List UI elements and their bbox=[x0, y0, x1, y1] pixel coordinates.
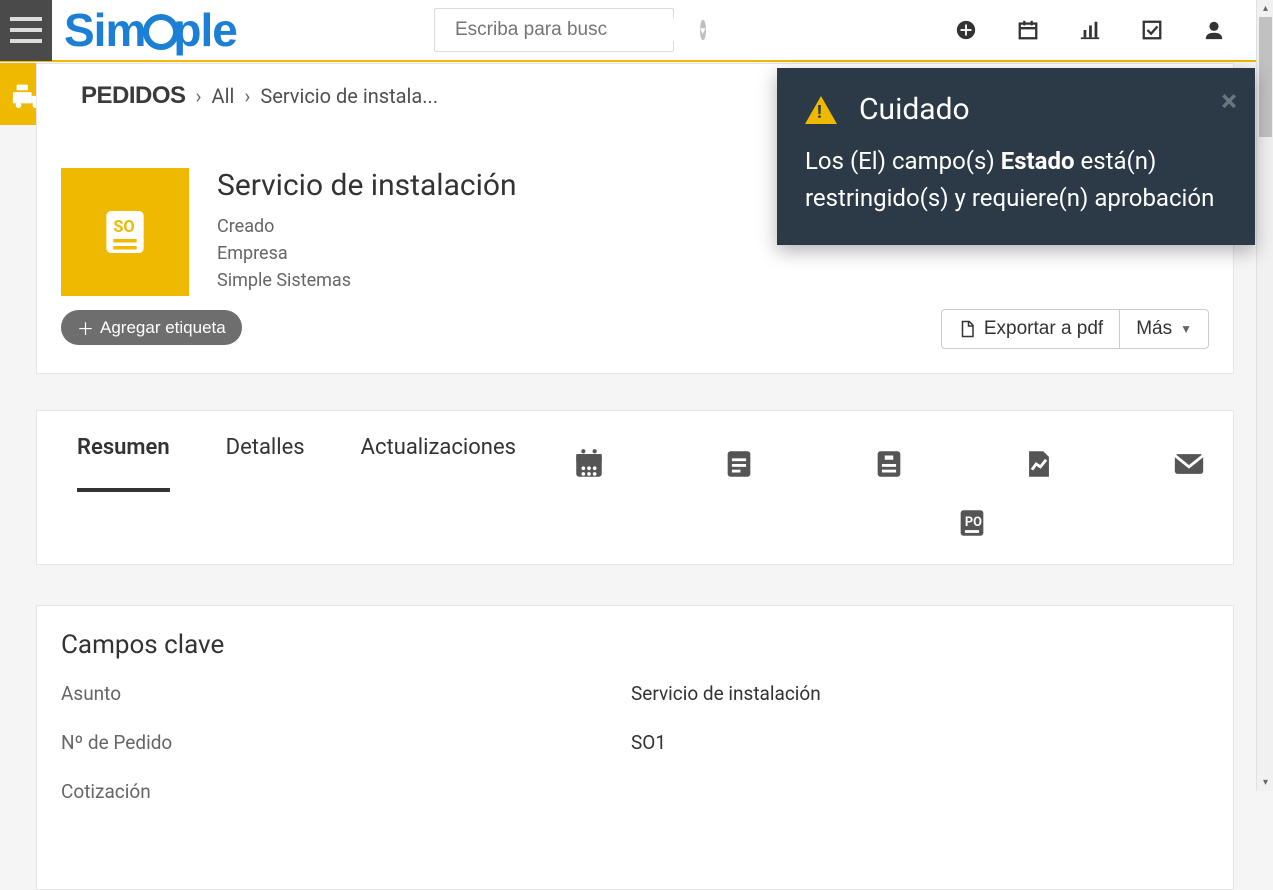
kv-value: Servicio de instalación bbox=[631, 682, 821, 705]
add-tag-button[interactable]: ＋ Agregar etiqueta bbox=[61, 310, 242, 345]
notes-tab-icon[interactable] bbox=[722, 447, 756, 481]
action-bar: Exportar a pdf Más ▼ bbox=[941, 309, 1209, 349]
scroll-up-arrow[interactable]: ▴ bbox=[1257, 0, 1273, 17]
record-type-icon: SO bbox=[61, 168, 189, 296]
export-pdf-label: Exportar a pdf bbox=[984, 318, 1103, 340]
warning-title: Cuidado bbox=[859, 92, 970, 127]
kv-label: Nº de Pedido bbox=[61, 731, 631, 754]
breadcrumb-item-all[interactable]: All bbox=[212, 84, 235, 108]
export-pdf-button[interactable]: Exportar a pdf bbox=[941, 309, 1120, 349]
svg-text:PO: PO bbox=[965, 515, 982, 530]
record-company-label: Empresa bbox=[217, 240, 517, 267]
record-company-value: Simple Sistemas bbox=[217, 267, 517, 294]
close-icon[interactable]: × bbox=[1221, 84, 1237, 119]
mail-tab-icon[interactable] bbox=[1172, 447, 1206, 481]
search-input[interactable] bbox=[455, 19, 700, 41]
key-fields-card: Campos clave Asunto Servicio de instalac… bbox=[36, 605, 1234, 890]
record-meta: Servicio de instalación Creado Empresa S… bbox=[217, 168, 517, 296]
po-tab-icon[interactable]: PO bbox=[955, 506, 989, 540]
brand-logo[interactable]: Sim ple bbox=[64, 3, 237, 57]
top-bar: Sim ple ▾ bbox=[0, 0, 1256, 62]
file-icon bbox=[958, 320, 976, 338]
chevron-down-icon[interactable]: ▾ bbox=[700, 20, 706, 40]
warning-toast: × Cuidado Los (El) campo(s) Estado está(… bbox=[777, 68, 1255, 245]
kv-label: Asunto bbox=[61, 682, 631, 705]
breadcrumb-root[interactable]: PEDIDOS bbox=[81, 82, 186, 110]
tab-detalles[interactable]: Detalles bbox=[226, 435, 305, 492]
global-search[interactable]: ▾ bbox=[434, 8, 674, 52]
kv-label: Cotización bbox=[61, 780, 631, 803]
invoice-tab-icon[interactable] bbox=[872, 447, 906, 481]
scrollbar-thumb[interactable] bbox=[1259, 17, 1272, 137]
vertical-scrollbar[interactable]: ▴ ▾ bbox=[1256, 0, 1273, 791]
kv-row: Nº de Pedido SO1 bbox=[61, 731, 1209, 754]
tabs-row: Resumen Detalles Actualizaciones bbox=[77, 435, 1193, 492]
record-status: Creado bbox=[217, 213, 517, 240]
svg-text:SO: SO bbox=[113, 217, 134, 236]
top-icon-bar bbox=[954, 18, 1226, 42]
chevron-right-icon: › bbox=[196, 84, 202, 108]
warning-body-bold: Estado bbox=[1001, 147, 1075, 175]
key-fields-heading: Campos clave bbox=[61, 630, 1209, 660]
kv-row: Asunto Servicio de instalación bbox=[61, 682, 1209, 705]
caret-down-icon: ▼ bbox=[1180, 322, 1192, 336]
scroll-down-arrow[interactable]: ▾ bbox=[1257, 774, 1273, 791]
tab-resumen[interactable]: Resumen bbox=[77, 435, 170, 492]
kv-row: Cotización bbox=[61, 780, 1209, 803]
more-label: Más bbox=[1136, 318, 1172, 340]
tab-actualizaciones[interactable]: Actualizaciones bbox=[361, 435, 516, 492]
reports-icon[interactable] bbox=[1078, 18, 1102, 42]
chevron-right-icon: › bbox=[244, 84, 250, 108]
breadcrumb-item-current[interactable]: Servicio de instala... bbox=[260, 84, 438, 108]
tasks-icon[interactable] bbox=[1140, 18, 1164, 42]
hamburger-menu-button[interactable] bbox=[0, 0, 52, 61]
calendar-tab-icon[interactable] bbox=[572, 447, 606, 481]
tabs-card: Resumen Detalles Actualizaciones PO bbox=[36, 410, 1234, 565]
record-title: Servicio de instalación bbox=[217, 168, 517, 203]
chart-doc-tab-icon[interactable] bbox=[1022, 447, 1056, 481]
warning-body: Los (El) campo(s) Estado está(n) restrin… bbox=[805, 143, 1227, 217]
calendar-icon[interactable] bbox=[1016, 18, 1040, 42]
plus-icon: ＋ bbox=[77, 315, 94, 340]
kv-value: SO1 bbox=[631, 731, 666, 754]
more-actions-button[interactable]: Más ▼ bbox=[1120, 309, 1209, 349]
add-icon[interactable] bbox=[954, 18, 978, 42]
warning-body-part: Los (El) campo(s) bbox=[805, 147, 1001, 175]
warning-icon bbox=[805, 96, 837, 124]
user-icon[interactable] bbox=[1202, 18, 1226, 42]
add-tag-label: Agregar etiqueta bbox=[100, 318, 226, 338]
